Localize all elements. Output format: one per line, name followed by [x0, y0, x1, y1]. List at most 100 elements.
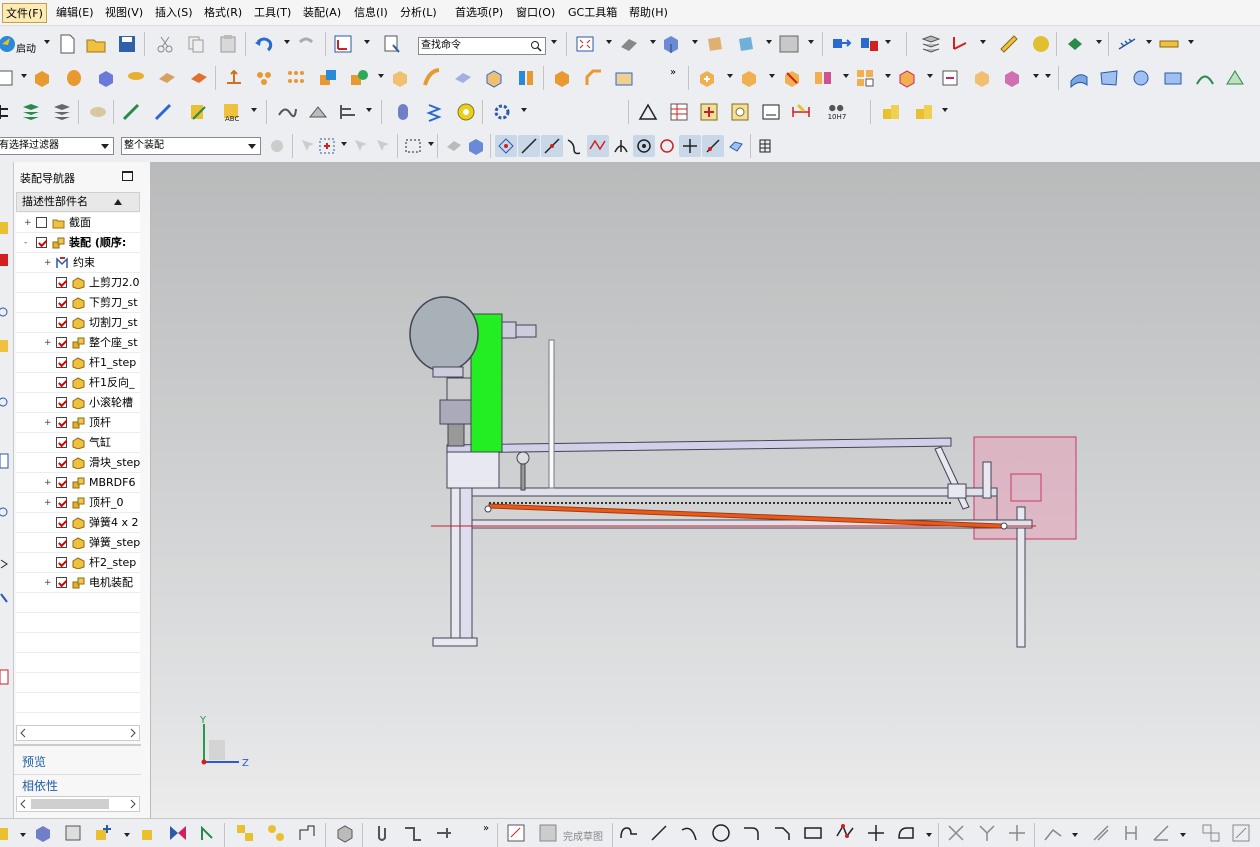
load-icon[interactable]: [334, 822, 356, 844]
cluster-icon[interactable]: [265, 822, 287, 844]
bolt-shank[interactable]: [520, 463, 526, 491]
replace-component-icon[interactable]: [781, 67, 803, 89]
right-roller[interactable]: [1000, 522, 1008, 530]
paperclip-icon[interactable]: [371, 822, 393, 844]
dependency-panel-toggle[interactable]: 相依性: [22, 777, 58, 794]
scroll-left-icon[interactable]: [20, 728, 26, 738]
slider-post[interactable]: [982, 461, 992, 499]
search-icon[interactable]: [530, 40, 542, 52]
toolbar-overflow-icon[interactable]: »: [670, 67, 676, 78]
shaded-cube-icon[interactable]: [660, 33, 682, 55]
wcs-icon[interactable]: [332, 33, 354, 55]
bearing-icon[interactable]: [455, 101, 477, 123]
exploded-view-icon[interactable]: [896, 67, 918, 89]
frame-left-foot[interactable]: [432, 637, 478, 647]
sketch-line-icon[interactable]: [648, 822, 670, 844]
profile-icon[interactable]: [618, 822, 640, 844]
menu-view[interactable]: 视图(V): [102, 3, 146, 23]
visibility-checkbox[interactable]: [56, 437, 67, 448]
snap-existing-icon[interactable]: [725, 135, 747, 157]
wcs-orient-icon[interactable]: [948, 33, 970, 55]
sketch-chamfer-icon[interactable]: [771, 822, 793, 844]
surface-icon[interactable]: [1068, 67, 1090, 89]
make-corner-icon[interactable]: [1006, 822, 1028, 844]
menu-format[interactable]: 格式(R): [201, 3, 245, 23]
find-command-input[interactable]: 查找命令: [418, 37, 546, 55]
sketch-rectangle-icon[interactable]: [802, 822, 824, 844]
mesh-surface-icon[interactable]: [1098, 67, 1120, 89]
show-constraints-icon[interactable]: [1200, 822, 1222, 844]
visibility-checkbox[interactable]: [56, 317, 67, 328]
top-beam[interactable]: [471, 487, 998, 497]
navigator-row[interactable]: + 顶杆: [16, 413, 140, 433]
cylinder-rod[interactable]: [447, 423, 465, 447]
navigator-row[interactable]: 杆2_step: [16, 553, 140, 573]
snap-quadrant-icon[interactable]: [656, 135, 678, 157]
resource-roles-icon[interactable]: [0, 559, 8, 569]
expand-icon[interactable]: +: [44, 259, 52, 268]
menu-tools[interactable]: 工具(T): [251, 3, 294, 23]
navigator-row[interactable]: + 截面: [16, 213, 140, 233]
column-header-part-name[interactable]: 描述性部件名: [16, 192, 140, 212]
add-part-icon[interactable]: [92, 822, 114, 844]
new-component-icon[interactable]: [738, 67, 760, 89]
thicken-icon[interactable]: [452, 67, 474, 89]
navigator-row[interactable]: + 顶杆_0: [16, 493, 140, 513]
bottom-overflow-icon[interactable]: »: [483, 823, 489, 834]
select-filter-3-icon[interactable]: [372, 135, 394, 157]
filter-reset-icon[interactable]: [266, 135, 288, 157]
shaft-end[interactable]: [515, 324, 537, 338]
resource-system-icon[interactable]: [0, 593, 8, 603]
visibility-checkbox[interactable]: [56, 357, 67, 368]
coupling[interactable]: [446, 377, 472, 401]
patch-icon[interactable]: [1162, 67, 1184, 89]
visibility-checkbox[interactable]: [56, 497, 67, 508]
snap-center-icon[interactable]: [633, 135, 655, 157]
navigator-row[interactable]: 杆1_step: [16, 353, 140, 373]
bar-tool-icon[interactable]: [337, 101, 359, 123]
menu-file[interactable]: 文件(F): [2, 3, 47, 23]
snap-mid-icon[interactable]: [541, 135, 563, 157]
table-icon[interactable]: [668, 101, 690, 123]
route-icon[interactable]: [402, 822, 424, 844]
visibility-checkbox[interactable]: [56, 557, 67, 568]
grid-icon[interactable]: [1116, 33, 1138, 55]
navigator-row[interactable]: 杆1反向_: [16, 373, 140, 393]
finish-sketch-label[interactable]: 完成草图: [563, 828, 603, 843]
snap-perp-icon[interactable]: [610, 135, 632, 157]
navigator-row[interactable]: 弹簧4 x 2: [16, 513, 140, 533]
menu-insert[interactable]: 插入(S): [152, 3, 196, 23]
mirror-icon[interactable]: [167, 822, 189, 844]
motor-base[interactable]: [432, 366, 464, 378]
navigator-row[interactable]: 弹簧_step: [16, 533, 140, 553]
add-component-icon[interactable]: [696, 67, 718, 89]
navigator-hscrollbar[interactable]: [16, 725, 140, 741]
resource-constraint-icon[interactable]: [0, 254, 8, 266]
scroll-thumb[interactable]: [31, 799, 109, 809]
arc-tool-icon[interactable]: [152, 101, 174, 123]
snap-tangent-icon[interactable]: [702, 135, 724, 157]
shell-icon[interactable]: [483, 67, 505, 89]
visibility-checkbox[interactable]: [56, 517, 67, 528]
menu-analysis[interactable]: 分析(L): [397, 3, 440, 23]
hole-icon[interactable]: [156, 67, 178, 89]
resource-history-icon[interactable]: [0, 307, 8, 317]
bolt-head[interactable]: [516, 451, 530, 465]
hierarchy-icon[interactable]: [0, 101, 18, 123]
bottom-hscrollbar[interactable]: [16, 796, 140, 812]
annotation-icon[interactable]: [87, 101, 109, 123]
finish-sketch-icon[interactable]: [537, 822, 559, 844]
abc-text-icon[interactable]: ABC: [221, 101, 243, 123]
scroll-right-icon[interactable]: [130, 728, 136, 738]
visibility-checkbox[interactable]: [56, 537, 67, 548]
align-icon[interactable]: [196, 822, 218, 844]
dim-vertical-icon[interactable]: [1120, 822, 1142, 844]
vertical-rod[interactable]: [548, 339, 555, 489]
resource-palette-icon[interactable]: [0, 453, 9, 469]
resource-part-icon[interactable]: [0, 340, 8, 352]
revolve-icon[interactable]: [63, 67, 85, 89]
select-box-icon[interactable]: [316, 135, 338, 157]
flip-icon[interactable]: [296, 822, 318, 844]
sketch-fillet-icon[interactable]: [740, 822, 762, 844]
new-file-icon[interactable]: [56, 33, 78, 55]
